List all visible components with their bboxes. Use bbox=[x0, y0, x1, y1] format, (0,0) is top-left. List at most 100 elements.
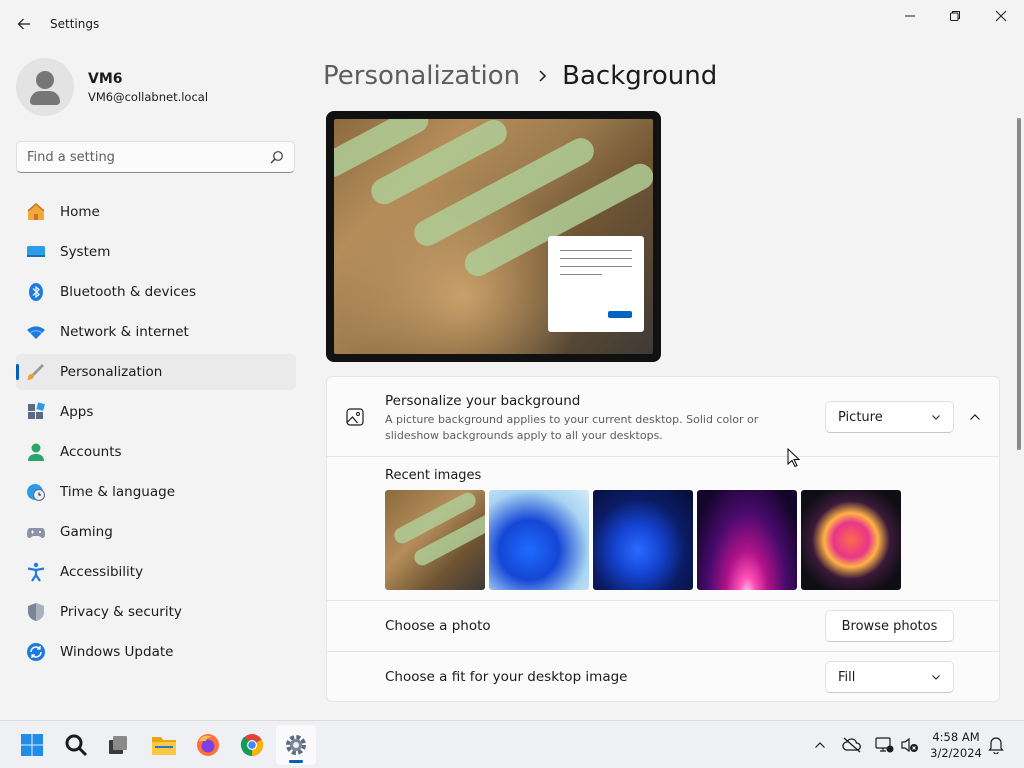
chevron-up-icon bbox=[815, 742, 825, 748]
show-hidden-icons-button[interactable] bbox=[810, 735, 830, 755]
sidebar-item-accounts[interactable]: Accounts bbox=[16, 434, 296, 470]
start-button[interactable] bbox=[12, 725, 52, 765]
choose-fit-row: Choose a fit for your desktop image Fill bbox=[326, 652, 1000, 702]
task-view-icon bbox=[109, 736, 127, 754]
avatar bbox=[16, 58, 74, 116]
search-box bbox=[16, 141, 295, 173]
wallpaper-preview-image bbox=[334, 119, 653, 354]
sidebar-item-windows-update[interactable]: Windows Update bbox=[16, 634, 296, 670]
apps-icon bbox=[26, 402, 46, 422]
minimize-icon bbox=[905, 15, 915, 17]
sidebar-item-personalization[interactable]: Personalization bbox=[16, 354, 296, 390]
personalize-background-title: Personalize your background bbox=[385, 393, 581, 409]
onedrive-offline-button[interactable] bbox=[842, 735, 862, 755]
network-monitor-icon bbox=[875, 737, 894, 753]
globe-clock-icon bbox=[26, 482, 46, 502]
brush-icon bbox=[26, 362, 46, 382]
breadcrumb-parent[interactable]: Personalization bbox=[323, 61, 520, 91]
recent-image-1[interactable] bbox=[385, 490, 485, 590]
sidebar-item-bluetooth[interactable]: Bluetooth & devices bbox=[16, 274, 296, 310]
network-status-button[interactable] bbox=[874, 735, 894, 755]
accessibility-icon bbox=[26, 562, 46, 582]
taskbar: 4:58 AM 3/2/2024 bbox=[0, 720, 1024, 768]
firefox-icon bbox=[197, 734, 219, 756]
profile-email: VM6@collabnet.local bbox=[88, 89, 209, 104]
title-bar: Settings bbox=[0, 0, 1024, 48]
recent-images-label: Recent images bbox=[385, 468, 482, 483]
browse-photos-button[interactable]: Browse photos bbox=[825, 610, 954, 642]
personalize-background-description: A picture background applies to your cur… bbox=[385, 413, 759, 442]
minimize-button[interactable] bbox=[887, 4, 933, 28]
recent-image-3[interactable] bbox=[593, 490, 693, 590]
back-button[interactable] bbox=[10, 12, 38, 36]
wifi-icon bbox=[26, 322, 46, 342]
start-icon bbox=[21, 734, 43, 756]
image-icon bbox=[346, 408, 364, 426]
chevron-down-icon bbox=[932, 415, 940, 420]
close-icon bbox=[995, 10, 1007, 22]
user-profile[interactable]: VM6 VM6@collabnet.local bbox=[16, 58, 208, 116]
volume-muted-icon bbox=[901, 737, 918, 753]
recent-image-4[interactable] bbox=[697, 490, 797, 590]
person-icon bbox=[26, 442, 46, 462]
sidebar-item-home[interactable]: Home bbox=[16, 194, 296, 230]
back-arrow-icon bbox=[17, 18, 30, 30]
sidebar-item-accessibility[interactable]: Accessibility bbox=[16, 554, 296, 590]
volume-muted-button[interactable] bbox=[900, 735, 920, 755]
sidebar-item-gaming[interactable]: Gaming bbox=[16, 514, 296, 550]
background-type-dropdown[interactable]: Picture bbox=[825, 401, 954, 433]
recent-image-5[interactable] bbox=[801, 490, 901, 590]
active-app-indicator bbox=[289, 760, 303, 763]
task-view-button[interactable] bbox=[98, 725, 138, 765]
bluetooth-icon bbox=[26, 282, 46, 302]
search-input[interactable] bbox=[17, 142, 257, 172]
breadcrumb: Personalization Background bbox=[323, 58, 717, 94]
gamepad-icon bbox=[26, 522, 46, 542]
sidebar-item-apps[interactable]: Apps bbox=[16, 394, 296, 430]
shield-icon bbox=[26, 602, 46, 622]
scrollbar[interactable] bbox=[1017, 118, 1021, 450]
sidebar-item-privacy-security[interactable]: Privacy & security bbox=[16, 594, 296, 630]
app-title: Settings bbox=[50, 17, 100, 31]
restore-button[interactable] bbox=[932, 4, 978, 28]
choose-photo-row: Choose a photo Browse photos bbox=[326, 601, 1000, 652]
search-icon bbox=[65, 734, 88, 757]
chrome-icon bbox=[240, 734, 263, 756]
monitor-icon bbox=[26, 242, 46, 262]
restore-icon bbox=[950, 11, 960, 21]
personalize-background-card: Personalize your background A picture ba… bbox=[326, 376, 1000, 457]
chrome-button[interactable] bbox=[232, 725, 272, 765]
settings-icon bbox=[286, 735, 306, 755]
mouse-cursor-icon bbox=[787, 448, 801, 468]
desktop-preview bbox=[326, 111, 661, 362]
choose-photo-label: Choose a photo bbox=[385, 618, 491, 634]
fit-dropdown[interactable]: Fill bbox=[825, 661, 954, 693]
taskbar-search-button[interactable] bbox=[56, 725, 96, 765]
file-explorer-button[interactable] bbox=[144, 725, 184, 765]
cloud-offline-icon bbox=[842, 737, 861, 753]
choose-fit-label: Choose a fit for your desktop image bbox=[385, 669, 628, 685]
taskbar-clock[interactable]: 4:58 AM 3/2/2024 bbox=[926, 729, 986, 761]
collapse-button[interactable] bbox=[963, 407, 987, 427]
home-icon bbox=[26, 202, 46, 222]
clock-time: 4:58 AM bbox=[932, 730, 980, 744]
settings-button[interactable] bbox=[276, 725, 316, 765]
sidebar-item-network[interactable]: Network & internet bbox=[16, 314, 296, 350]
sidebar-item-system[interactable]: System bbox=[16, 234, 296, 270]
file-explorer-icon bbox=[152, 737, 176, 755]
close-button[interactable] bbox=[978, 4, 1024, 28]
preview-window-mockup bbox=[548, 236, 644, 332]
clock-date: 3/2/2024 bbox=[930, 746, 982, 760]
search-icon[interactable] bbox=[270, 150, 284, 164]
page-title: Background bbox=[562, 61, 718, 91]
profile-name: VM6 bbox=[88, 70, 123, 87]
chevron-up-icon bbox=[970, 414, 980, 420]
notifications-button[interactable] bbox=[986, 735, 1006, 755]
sidebar-item-time-language[interactable]: Time & language bbox=[16, 474, 296, 510]
bell-icon bbox=[988, 737, 1004, 754]
chevron-right-icon bbox=[538, 69, 548, 83]
update-icon bbox=[26, 642, 46, 662]
firefox-button[interactable] bbox=[188, 725, 228, 765]
recent-images-section: Recent images bbox=[326, 457, 1000, 601]
recent-image-2[interactable] bbox=[489, 490, 589, 590]
